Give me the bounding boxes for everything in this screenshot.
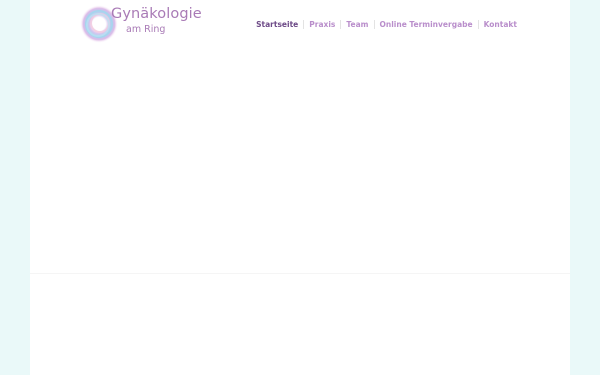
main-nav: Startseite Praxis Team Online Terminverg… (256, 16, 517, 32)
section-divider (30, 273, 570, 274)
logo-link[interactable]: Gynäkologie am Ring (80, 5, 202, 43)
logo-title: Gynäkologie (111, 6, 202, 22)
page-container: Gynäkologie am Ring Startseite Praxis Te… (30, 0, 570, 375)
nav-divider (477, 19, 479, 29)
logo-subtitle: am Ring (126, 24, 166, 35)
nav-item-praxis[interactable]: Praxis (309, 20, 335, 29)
nav-item-online-terminvergabe[interactable]: Online Terminvergabe (380, 20, 473, 29)
nav-divider (373, 19, 375, 29)
nav-item-kontakt[interactable]: Kontakt (484, 20, 517, 29)
nav-divider (340, 19, 342, 29)
nav-item-startseite[interactable]: Startseite (256, 20, 298, 29)
nav-divider (303, 19, 305, 29)
site-header: Gynäkologie am Ring Startseite Praxis Te… (30, 0, 570, 48)
nav-item-team[interactable]: Team (346, 20, 368, 29)
